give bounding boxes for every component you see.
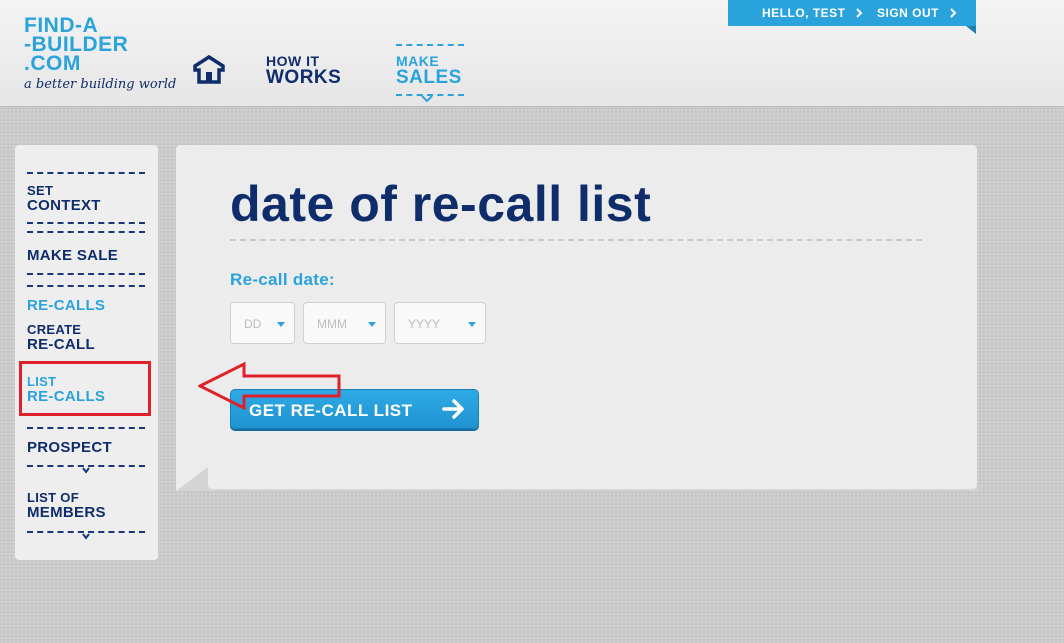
sidebar-item-set-context[interactable]: SET CONTEXT — [27, 183, 101, 214]
sidebar-divider — [27, 273, 145, 275]
annotation-highlight-box — [19, 361, 151, 416]
page-title: date of re-call list — [230, 176, 652, 232]
caret-down-icon — [368, 322, 376, 327]
title-divider — [230, 239, 922, 241]
nav-sales-small: MAKE — [396, 53, 440, 69]
month-select[interactable]: MMM — [303, 302, 386, 344]
sidebar-item-label: LIST OF — [27, 490, 79, 505]
sidebar-item-label: MEMBERS — [27, 504, 106, 521]
sidebar-item-label: PROSPECT — [27, 439, 112, 456]
nav-how-it-works[interactable]: HOW IT WORKS — [266, 54, 341, 88]
year-select[interactable]: YYYY — [394, 302, 486, 344]
chevron-right-icon — [950, 8, 957, 18]
panel-bottom-fold — [176, 467, 208, 491]
site-header: FIND-A -BUILDER .COM a better building w… — [0, 0, 1064, 107]
sidebar-item-label: MAKE SALE — [27, 247, 119, 264]
sidebar-item-re-calls[interactable]: RE-CALLS — [27, 298, 105, 314]
sidebar-item-list-of-members[interactable]: LIST OF MEMBERS — [27, 490, 106, 521]
sign-out-link[interactable]: SIGN OUT — [877, 6, 958, 20]
sidebar-item-label: RE-CALLS — [27, 297, 106, 314]
annotation-arrow-icon — [198, 361, 341, 411]
nav-how-big: WORKS — [266, 67, 342, 88]
sidebar-item-label: CONTEXT — [27, 197, 101, 214]
sidebar-item-label: RE-CALL — [27, 336, 95, 353]
sidebar-divider — [27, 222, 145, 224]
house-icon[interactable] — [192, 54, 226, 84]
caret-down-icon — [468, 322, 476, 327]
panel-bottom-edge — [176, 467, 977, 491]
logo-line-3: .COM — [24, 52, 81, 75]
chevron-right-icon — [856, 8, 863, 18]
caret-down-icon — [277, 322, 285, 327]
panel-bottom-strip — [208, 467, 977, 489]
sidebar-item-prospect[interactable]: PROSPECT — [27, 440, 112, 456]
sidebar-divider — [27, 427, 145, 429]
day-select[interactable]: DD — [230, 302, 295, 344]
month-select-placeholder: MMM — [317, 317, 347, 331]
year-select-placeholder: YYYY — [408, 317, 441, 331]
sidebar-divider — [27, 231, 145, 233]
sidebar-item-label: CREATE — [27, 322, 82, 337]
nav-sales-big: SALES — [396, 67, 462, 88]
user-greeting: HELLO, TEST — [762, 6, 846, 20]
site-logo[interactable]: FIND-A -BUILDER .COM a better building w… — [24, 15, 177, 92]
chevron-down-icon — [421, 95, 433, 102]
sidebar-divider — [27, 172, 145, 174]
sidebar-item-make-sale[interactable]: MAKE SALE — [27, 248, 118, 264]
nav-active-divider-bottom — [396, 94, 464, 102]
sign-out-label: SIGN OUT — [877, 6, 940, 20]
user-bar: HELLO, TEST SIGN OUT — [728, 0, 976, 34]
arrow-right-icon — [442, 399, 464, 419]
nav-active-divider — [396, 44, 464, 46]
tab-fold — [966, 26, 976, 34]
sidebar-divider — [27, 285, 145, 287]
nav-make-sales[interactable]: MAKE SALES — [396, 44, 464, 102]
main-panel: date of re-call list Re-call date: DD MM… — [176, 145, 977, 491]
sidebar-item-create-re-call[interactable]: CREATE RE-CALL — [27, 322, 95, 353]
logo-tagline: a better building world — [24, 77, 177, 92]
sidebar: SET CONTEXT MAKE SALE RE-CALLS CREATE RE… — [15, 145, 158, 560]
user-greeting-link[interactable]: HELLO, TEST — [762, 6, 864, 20]
sidebar-item-label: SET — [27, 183, 54, 198]
chevron-down-icon — [82, 533, 90, 540]
nav-how-small: HOW IT — [266, 53, 320, 69]
chevron-down-icon — [82, 467, 90, 474]
recall-date-label: Re-call date: — [230, 270, 335, 289]
day-select-placeholder: DD — [244, 317, 262, 331]
